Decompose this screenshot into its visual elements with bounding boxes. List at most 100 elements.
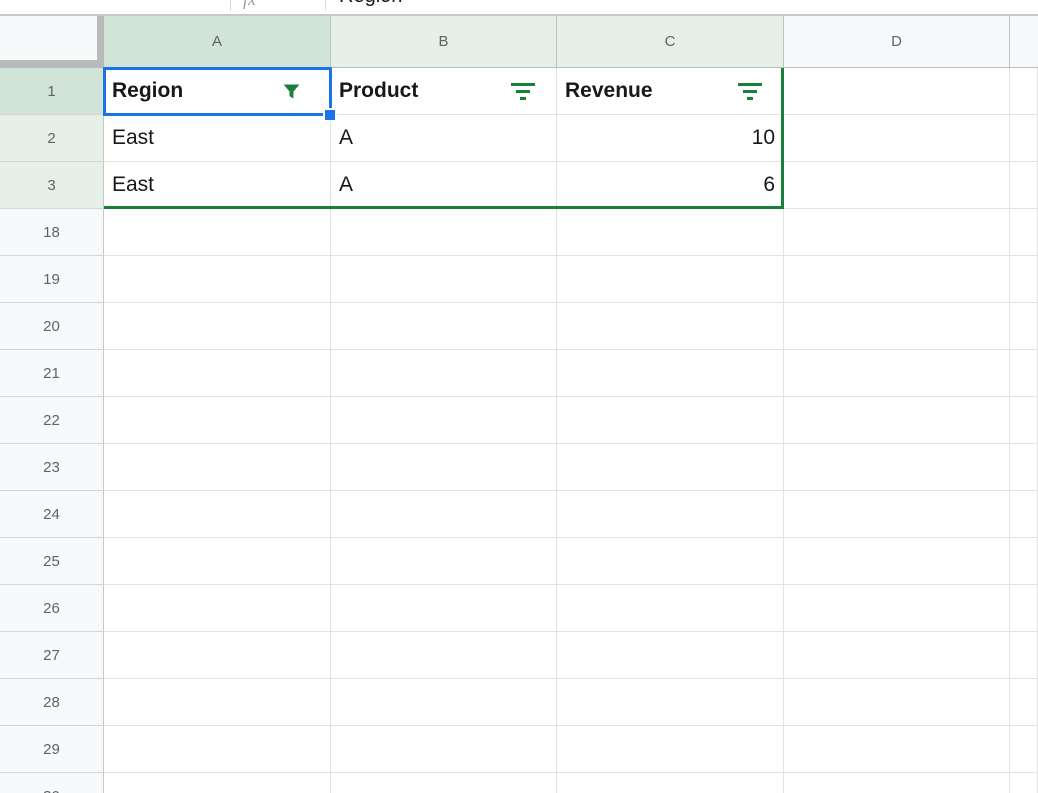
cell[interactable]: [784, 68, 1010, 115]
cell[interactable]: [557, 538, 784, 585]
cell[interactable]: [1010, 444, 1038, 491]
row-header-18[interactable]: 18: [0, 209, 104, 256]
cell[interactable]: [1010, 350, 1038, 397]
row-header-1[interactable]: 1: [0, 68, 104, 115]
row-header-2[interactable]: 2: [0, 115, 104, 162]
cell[interactable]: [104, 679, 331, 726]
cell[interactable]: [1010, 538, 1038, 585]
cell[interactable]: [104, 726, 331, 773]
cell[interactable]: [784, 444, 1010, 491]
row-header-27[interactable]: 27: [0, 632, 104, 679]
cell[interactable]: East: [104, 115, 331, 162]
column-header-c[interactable]: C: [557, 16, 784, 67]
column-header-b[interactable]: B: [331, 16, 557, 67]
cell[interactable]: [784, 679, 1010, 726]
cell[interactable]: [331, 726, 557, 773]
cell[interactable]: [557, 585, 784, 632]
cell[interactable]: [557, 350, 784, 397]
row-header-29[interactable]: 29: [0, 726, 104, 773]
row-header-30[interactable]: 30: [0, 773, 104, 793]
cell[interactable]: [1010, 726, 1038, 773]
cell[interactable]: [331, 491, 557, 538]
cell[interactable]: [331, 209, 557, 256]
row-header-28[interactable]: 28: [0, 679, 104, 726]
cell[interactable]: [784, 585, 1010, 632]
cell[interactable]: [104, 444, 331, 491]
cell[interactable]: [784, 303, 1010, 350]
cell[interactable]: [1010, 773, 1038, 793]
cell[interactable]: [104, 632, 331, 679]
cell[interactable]: [1010, 397, 1038, 444]
cell[interactable]: A: [331, 162, 557, 209]
row-header-26[interactable]: 26: [0, 585, 104, 632]
cell[interactable]: [104, 491, 331, 538]
cell[interactable]: [104, 303, 331, 350]
cell[interactable]: [1010, 679, 1038, 726]
cell[interactable]: 6: [557, 162, 784, 209]
cell[interactable]: [784, 350, 1010, 397]
cell[interactable]: [784, 632, 1010, 679]
cell[interactable]: [557, 773, 784, 793]
cell[interactable]: [557, 209, 784, 256]
cell[interactable]: [557, 256, 784, 303]
cell[interactable]: [104, 209, 331, 256]
cell[interactable]: [104, 397, 331, 444]
cell[interactable]: [1010, 162, 1038, 209]
cell[interactable]: [557, 679, 784, 726]
filter-funnel-active-icon[interactable]: [281, 81, 302, 102]
cell[interactable]: [331, 256, 557, 303]
cell[interactable]: [1010, 303, 1038, 350]
cell[interactable]: [784, 397, 1010, 444]
cell[interactable]: [1010, 491, 1038, 538]
cell[interactable]: [104, 256, 331, 303]
row-header-24[interactable]: 24: [0, 491, 104, 538]
cell[interactable]: [1010, 68, 1038, 115]
cell[interactable]: [1010, 256, 1038, 303]
cell[interactable]: [331, 679, 557, 726]
row-header-3[interactable]: 3: [0, 162, 104, 209]
select-all-corner[interactable]: [0, 16, 104, 67]
filter-lines-icon[interactable]: [738, 83, 762, 100]
cell[interactable]: [331, 773, 557, 793]
cell[interactable]: 10: [557, 115, 784, 162]
row-header-19[interactable]: 19: [0, 256, 104, 303]
cell[interactable]: [104, 773, 331, 793]
cell[interactable]: [557, 444, 784, 491]
cell[interactable]: [1010, 632, 1038, 679]
cell[interactable]: [784, 256, 1010, 303]
cell[interactable]: [331, 350, 557, 397]
filter-lines-icon[interactable]: [511, 83, 535, 100]
cell[interactable]: [784, 726, 1010, 773]
formula-bar-input[interactable]: Region: [339, 0, 402, 5]
cell[interactable]: [1010, 209, 1038, 256]
cell[interactable]: [104, 585, 331, 632]
cell[interactable]: [784, 491, 1010, 538]
fill-handle[interactable]: [323, 108, 337, 122]
cell[interactable]: [1010, 115, 1038, 162]
cell[interactable]: [331, 632, 557, 679]
cell[interactable]: [557, 632, 784, 679]
cell[interactable]: A: [331, 115, 557, 162]
cell[interactable]: [104, 538, 331, 585]
cell[interactable]: [557, 491, 784, 538]
row-header-23[interactable]: 23: [0, 444, 104, 491]
row-header-22[interactable]: 22: [0, 397, 104, 444]
column-header-d[interactable]: D: [784, 16, 1010, 67]
cell[interactable]: [784, 115, 1010, 162]
cell[interactable]: [557, 726, 784, 773]
cell[interactable]: [784, 162, 1010, 209]
cell[interactable]: Region: [104, 68, 331, 115]
cell[interactable]: [104, 350, 331, 397]
cell[interactable]: [331, 303, 557, 350]
cell[interactable]: [784, 773, 1010, 793]
cell[interactable]: [557, 303, 784, 350]
row-header-21[interactable]: 21: [0, 350, 104, 397]
cell[interactable]: [557, 397, 784, 444]
cell[interactable]: East: [104, 162, 331, 209]
cell[interactable]: [784, 538, 1010, 585]
cell[interactable]: [1010, 585, 1038, 632]
cell[interactable]: Product: [331, 68, 557, 115]
column-header-a[interactable]: A: [104, 16, 331, 67]
cell[interactable]: [331, 397, 557, 444]
cell[interactable]: [331, 585, 557, 632]
